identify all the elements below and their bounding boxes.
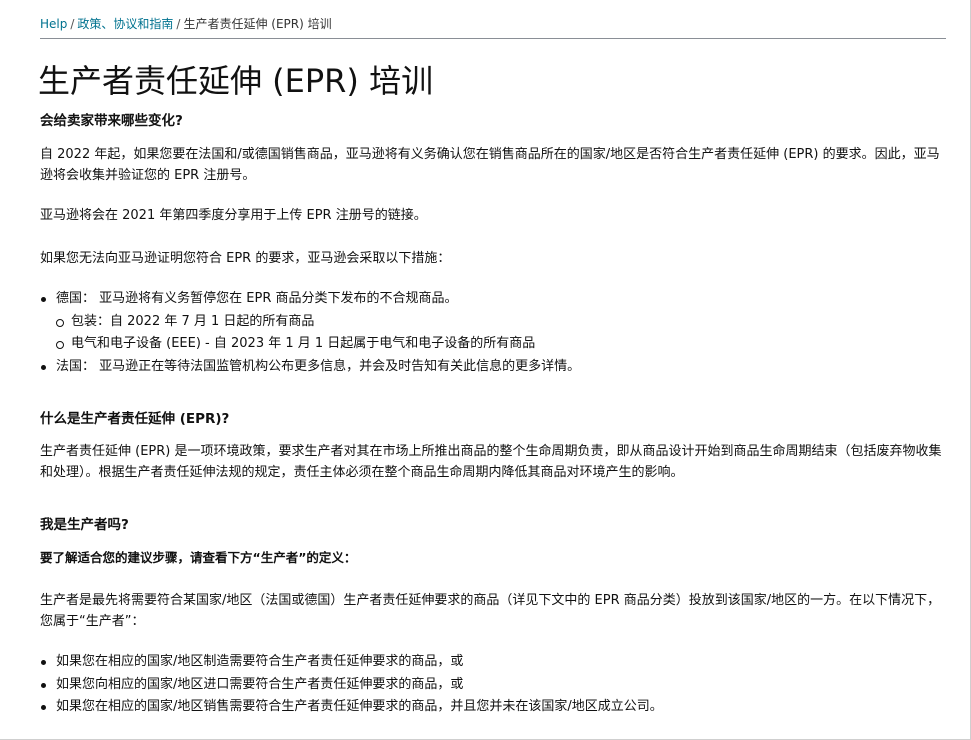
producer-criteria-list: 如果您在相应的国家/地区制造需要符合生产者责任延伸要求的商品，或 如果您向相应的… <box>40 651 663 719</box>
breadcrumb-separator: / <box>70 17 75 31</box>
section-heading-changes: 会给卖家带来哪些变化? <box>40 113 183 129</box>
breadcrumb-separator: / <box>176 17 181 31</box>
list-item-import: 如果您向相应的国家/地区进口需要符合生产者责任延伸要求的商品，或 <box>40 674 663 697</box>
breadcrumb-current: 生产者责任延伸 (EPR) 培训 <box>183 17 332 31</box>
paragraph-epr-requirement: 自 2022 年起，如果您要在法国和/或德国销售商品，亚马逊将有义务确认您在销售… <box>40 147 940 183</box>
list-item-manufacture: 如果您在相应的国家/地区制造需要符合生产者责任延伸要求的商品，或 <box>40 651 663 674</box>
measures-list: 德国： 亚马逊将有义务暂停您在 EPR 商品分类下发布的不合规商品。 包装：自 … <box>40 288 580 378</box>
section-heading-what-is-epr: 什么是生产者责任延伸 (EPR)? <box>40 411 230 427</box>
breadcrumb-link-help[interactable]: Help <box>40 17 67 31</box>
paragraph-link-sharing: 亚马逊将会在 2021 年第四季度分享用于上传 EPR 注册号的链接。 <box>40 208 427 223</box>
list-item-packaging: 包装：自 2022 年 7 月 1 日起的所有商品 <box>40 311 580 334</box>
breadcrumb: Help / 政策、协议和指南 / 生产者责任延伸 (EPR) 培训 <box>40 16 332 32</box>
section-heading-am-i-producer: 我是生产者吗? <box>40 517 129 533</box>
paragraph-producer-definition: 生产者是最先将需要符合某国家/地区（法国或德国）生产者责任延伸要求的商品（详见下… <box>40 593 941 629</box>
list-item-germany: 德国： 亚马逊将有义务暂停您在 EPR 商品分类下发布的不合规商品。 <box>40 288 580 311</box>
list-item-eee: 电气和电子设备 (EEE) - 自 2023 年 1 月 1 日起属于电气和电子… <box>40 333 580 356</box>
list-item-france: 法国： 亚马逊正在等待法国监管机构公布更多信息，并会及时告知有关此信息的更多详情… <box>40 356 580 379</box>
list-item-sell: 如果您在相应的国家/地区销售需要符合生产者责任延伸要求的商品，并且您并未在该国家… <box>40 696 663 719</box>
page-title: 生产者责任延伸 (EPR) 培训 <box>38 62 434 100</box>
paragraph-measures-intro: 如果您无法向亚马逊证明您符合 EPR 的要求，亚马逊会采取以下措施： <box>40 251 451 266</box>
paragraph-epr-definition: 生产者责任延伸 (EPR) 是一项环境政策，要求生产者对其在市场上所推出商品的整… <box>40 444 942 480</box>
breadcrumb-link-policies[interactable]: 政策、协议和指南 <box>77 17 173 31</box>
divider <box>40 38 946 39</box>
paragraph-producer-intro: 要了解适合您的建议步骤，请查看下方“生产者”的定义： <box>40 550 357 565</box>
